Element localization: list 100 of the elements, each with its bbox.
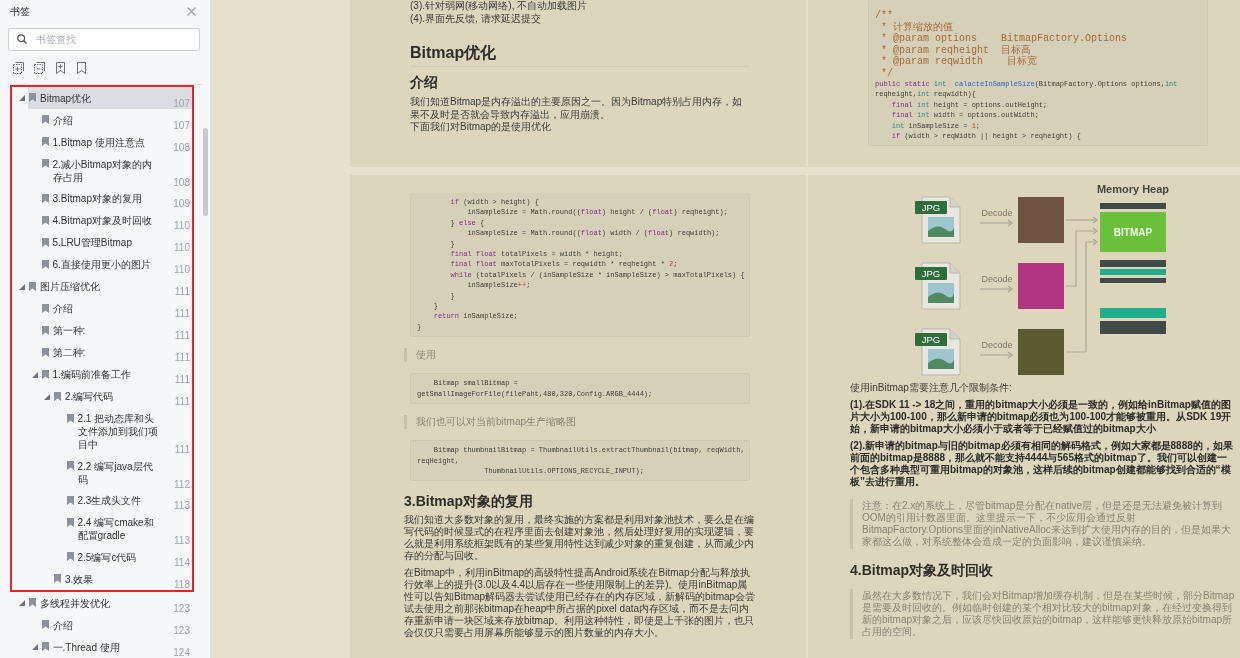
- caret-icon[interactable]: [31, 371, 38, 378]
- connector-arrow: [1065, 216, 1098, 224]
- page-number: 110: [173, 219, 190, 232]
- bookmark-item[interactable]: 第一种: 111: [40, 319, 192, 341]
- step-label: Decode: [981, 208, 1013, 218]
- code-line: * 计算缩放的值: [880, 21, 954, 33]
- blockquote: 虽然在大多数情况下，我们会对Bitmap增加缓存机制，但是在某些时候，部分Bitmap是需要及时回收的。例如临时创建的某个相对比较大的bitmap对象，在经过变换得到新的bitmap对象之后，应该尽快回收原始的bitmap，这样能够更快释放原始bitmap所占用的空间。: [850, 589, 1236, 639]
- bookmark-item[interactable]: 第二种: 111: [40, 341, 192, 363]
- bookmark-outline-icon[interactable]: [76, 62, 87, 74]
- blockquote: 我们也可以对当前bitmap生产缩略图: [404, 415, 756, 430]
- bookmark-icon: [66, 495, 74, 505]
- page-number: 114: [173, 555, 190, 569]
- page-number: 111: [173, 285, 190, 298]
- photo-placeholder: [1018, 263, 1064, 309]
- paragraph: 使用inBitmap需要注意几个限制条件:: [850, 382, 1013, 394]
- page-number: 110: [173, 263, 190, 276]
- caret-icon[interactable]: [31, 644, 38, 650]
- step-label: Decode: [981, 274, 1013, 284]
- bookmark-icon: [29, 93, 36, 102]
- file-type-badge: JPG: [915, 267, 947, 280]
- body-text: (4).界面先反馈, 请求延迟提交: [410, 12, 542, 25]
- bookmark-icon: [41, 115, 49, 124]
- close-icon[interactable]: [187, 7, 196, 16]
- bookmark-item[interactable]: 2.编写代码 111: [53, 385, 192, 407]
- bookmark-item[interactable]: 介绍 111: [40, 297, 192, 319]
- body-text: (3).针对弱网(移动网络), 不自动加载图片: [410, 0, 589, 13]
- page-number: 124: [172, 645, 190, 658]
- bookmark-icon: [29, 598, 36, 607]
- collapse-all-icon[interactable]: [34, 62, 45, 74]
- memory-bar: [1100, 278, 1166, 283]
- bookmark-item[interactable]: 3.效果 118: [53, 568, 192, 590]
- blockquote: 使用: [404, 348, 756, 363]
- page-number: 111: [173, 351, 190, 364]
- bookmark-item[interactable]: 介绍 123: [40, 614, 192, 636]
- bookmark-item[interactable]: 6.直接使用更小的图片 110: [40, 253, 192, 275]
- page-number: 123: [172, 623, 190, 637]
- code-line: */: [880, 67, 894, 79]
- bookmark-item[interactable]: 2.2 编写java层代码 112: [65, 455, 192, 490]
- paragraph: 我们知道大多数对象的复用，最终实施的方案都是利用对象池技术，要么是在编写代码的时候显式的在程序里面去创建对象池，然后处理好复用的实现逻辑，要么就是利用系统框架既有的某些复用特性达到减少对象的重复创建，从而减少内存的分配与回收。: [404, 514, 755, 563]
- bookmark-item[interactable]: 介绍 107: [40, 109, 192, 131]
- page-number: 113: [173, 534, 190, 547]
- bookmark-icon: [54, 391, 61, 401]
- page-number: 108: [172, 140, 190, 154]
- section-heading: 4.Bitmap对象及时回收: [850, 561, 995, 579]
- code-line: * @param reqwidth 目标宽: [880, 56, 1039, 68]
- bookmark-item[interactable]: 1.Bitmap 使用注意点 108: [40, 131, 192, 153]
- scrollbar[interactable]: [203, 128, 208, 216]
- paragraph: (2).新申请的bitmap与旧的bitmap必须有相同的解码格式，例如大家都是8888的，如果前面的bitmap是8888，那么就不能支持4444与565格式的bitmap了。我们可以创建一个包含多种典型可重用bitmap的对象池，这样后续的bitmap创建都能够找到合适的“模板”去进行重用。: [850, 440, 1234, 488]
- page-number: 107: [172, 118, 190, 132]
- bookmark-icon: [41, 325, 49, 335]
- bookmark-item[interactable]: 5.LRU管理Bitmap 110: [40, 231, 192, 253]
- bookmark-item[interactable]: 2.3生成头文件 113: [65, 489, 192, 511]
- caret-icon[interactable]: [19, 283, 25, 290]
- bookmark-item[interactable]: 2.1 把动态库和头文件添加到我们项目中 111: [65, 407, 192, 455]
- page-number: 111: [173, 443, 190, 456]
- bookmark-icon: [41, 303, 49, 313]
- bookmark-item[interactable]: 2.5编写c代码 114: [65, 546, 192, 568]
- bookmark-icon: [41, 259, 49, 269]
- body-text: 我们知道Bitmap是内存溢出的主要原因之一。因为Bitmap特别占用内存，如果不及时是否就会导致内存溢出，应用崩溃。: [410, 96, 744, 121]
- caret-icon[interactable]: [19, 600, 25, 606]
- bookmark-icon: [41, 620, 49, 629]
- photo-placeholder: [1018, 197, 1064, 243]
- bookmark-item[interactable]: 图片压缩优化 111: [28, 275, 192, 297]
- bookmark-item[interactable]: 3.Bitmap对象的复用 109: [40, 187, 192, 209]
- bookmark-item[interactable]: 1.编码前准备工作 111: [40, 363, 192, 385]
- page-number: 111: [173, 373, 190, 386]
- memory-bar: [1100, 260, 1166, 267]
- paragraph: (1).在SDK 11 -> 18之间，重用的bitmap大小必须是一致的，例如给inBitmap赋值的图片大小为100-100，那么新申请的bitmap必须也为100-100才能够被重用。从SDK 19开始，新申请的bitmap大小必须小于或者等于已经赋值过的bitmap大小: [850, 399, 1233, 435]
- code-line: * @param options BitmapFactory.Options: [880, 33, 1129, 45]
- memory-bar: [1100, 321, 1166, 334]
- bookmark-icon: [66, 517, 74, 527]
- page-number: 108: [172, 175, 190, 189]
- bookmark-icon: [66, 552, 74, 561]
- section-heading: 3.Bitmap对象的复用: [404, 492, 535, 511]
- bookmark-item[interactable]: 一.Thread 使用 124: [40, 636, 192, 658]
- paragraph: 在Bitmap中，利用inBitmap的高级特性提高Android系统在Bitmap分配与释放执行效率上的提升(3.0以及4.4以后存在一些使用限制上的差异)。使用inBitmap属性可以告知Bitmap解码器去尝试使用已经存在的内存区域，新解码的bitmap会尝试去使用之前那张bitmap在heap中所占据的pixel data内存区域，而不是去问内存重新申请一块区域来存放bitmap。利用这种特性，即使是上千张的图片，也只会仅仅只需要占用屏幕所能够显示的图片数量的内存大小。: [404, 567, 756, 640]
- search-field[interactable]: 书签查找: [8, 28, 200, 51]
- page-number: 118: [173, 577, 190, 591]
- bookmark-icon: [41, 237, 49, 247]
- memory-bar: [1100, 308, 1166, 318]
- bookmark-icon: [41, 193, 49, 203]
- bookmark-item[interactable]: 4.Bitmap对象及时回收 110: [40, 209, 192, 231]
- bookmark-item[interactable]: 多线程并发优化 123: [28, 592, 192, 614]
- bookmark-icon: [41, 347, 49, 357]
- memory-bar: [1100, 269, 1166, 275]
- bookmark-icon: [41, 215, 49, 225]
- page-number: 113: [173, 499, 190, 512]
- caret-icon[interactable]: [19, 95, 25, 101]
- page-number: 111: [173, 307, 190, 320]
- photo-placeholder: [1018, 329, 1064, 375]
- caret-icon[interactable]: [44, 393, 50, 400]
- arrow: [979, 351, 1013, 359]
- step-label: Decode: [981, 340, 1013, 350]
- page-number: 111: [173, 395, 190, 408]
- body-text: 下面我们对Bitmap的是使用优化: [410, 121, 553, 134]
- expand-all-icon[interactable]: [13, 62, 24, 74]
- bookmark-item[interactable]: 2.减小Bitmap对象的内存占用 108: [40, 153, 192, 188]
- add-bookmark-icon[interactable]: [55, 62, 66, 74]
- arrow: [979, 285, 1013, 293]
- bookmark-item[interactable]: 2.4 编写cmake和配置gradle 113: [65, 511, 192, 546]
